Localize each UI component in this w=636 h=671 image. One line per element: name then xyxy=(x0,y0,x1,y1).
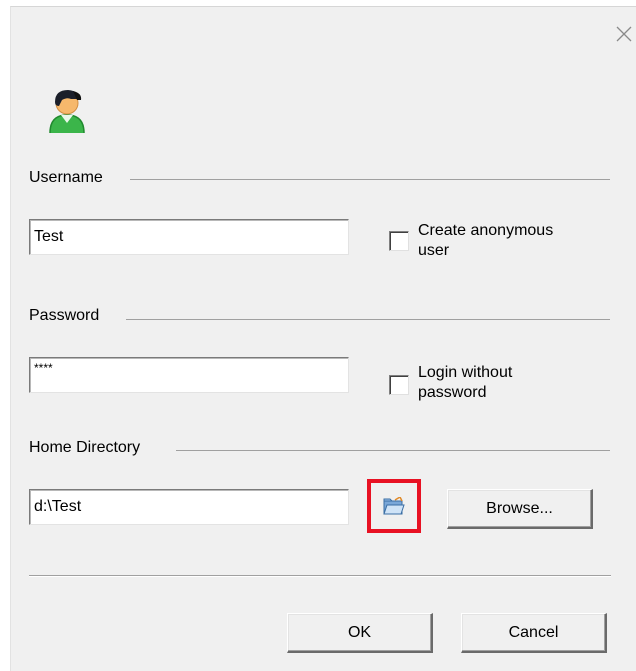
home-directory-label: Home Directory xyxy=(29,439,141,456)
login-without-password-checkbox[interactable] xyxy=(389,375,409,395)
user-dialog: Username Create anonymous user Password … xyxy=(10,6,636,671)
username-field[interactable] xyxy=(29,219,349,255)
password-input[interactable] xyxy=(30,358,348,378)
home-directory-group-line xyxy=(176,450,610,451)
open-folder-button[interactable] xyxy=(367,479,421,533)
create-anonymous-label-line2: user xyxy=(418,242,450,259)
close-icon xyxy=(616,26,632,42)
home-directory-field[interactable] xyxy=(29,489,349,525)
password-group-line xyxy=(126,319,610,320)
password-field[interactable] xyxy=(29,357,349,393)
create-anonymous-label-line1: Create anonymous xyxy=(418,222,554,239)
user-icon xyxy=(49,90,85,133)
login-without-password-label-line1: Login without xyxy=(418,364,513,381)
username-label: Username xyxy=(29,169,103,186)
folder-open-icon xyxy=(383,497,405,515)
login-without-password-label-line2: password xyxy=(418,384,487,401)
login-without-password-label[interactable]: Login without password xyxy=(418,363,512,403)
create-anonymous-checkbox[interactable] xyxy=(389,231,409,251)
ok-button[interactable]: OK xyxy=(287,613,433,653)
cancel-button[interactable]: Cancel xyxy=(461,613,607,653)
username-input[interactable] xyxy=(30,220,348,254)
home-directory-input[interactable] xyxy=(30,490,348,524)
dialog-separator xyxy=(29,575,611,577)
browse-button[interactable]: Browse... xyxy=(447,489,593,529)
password-label: Password xyxy=(29,307,100,324)
close-button[interactable] xyxy=(611,21,636,47)
username-group-line xyxy=(130,179,610,180)
create-anonymous-label[interactable]: Create anonymous user xyxy=(418,221,553,261)
